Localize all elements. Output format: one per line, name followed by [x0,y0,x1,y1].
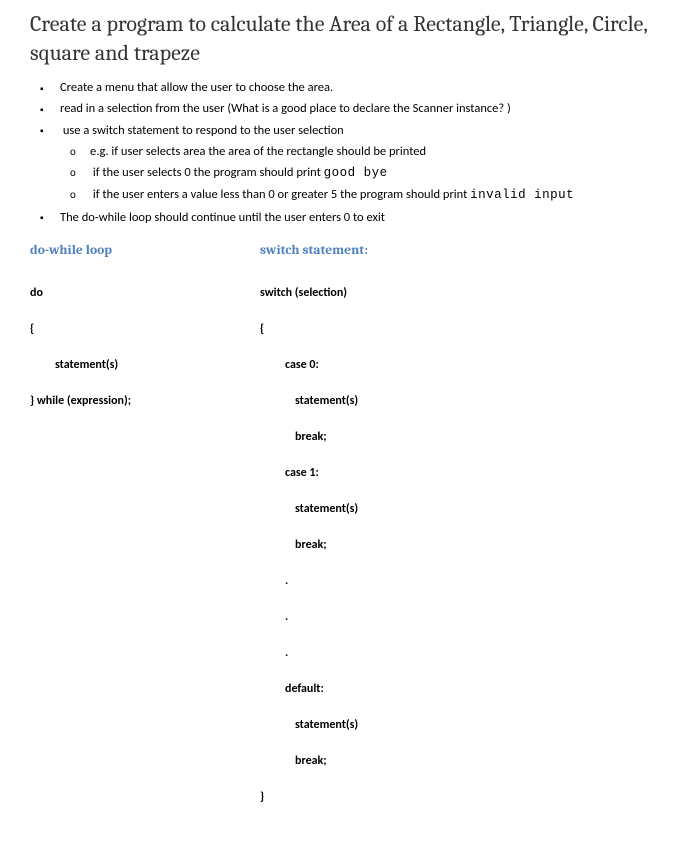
switch-line-close: } [260,788,480,806]
subbullet-zero-text: if the user selects 0 the program should… [93,165,324,180]
subbullet-invalid: if the user enters a value less than 0 o… [90,184,651,206]
bullet-switch: use a switch statement to respond to the… [60,120,651,207]
switch-code: switch (selection) { case 0: statement(s… [260,266,480,842]
switch-line-switch: switch (selection) [260,284,480,302]
code-columns: do-while loop do { statement(s) } while … [30,243,651,842]
switch-heading: switch statement: [260,243,480,258]
code-goodbye: good bye [324,166,388,180]
switch-line-case1: case 1: [260,464,480,482]
dowhile-line-while: } while (expression); [30,392,180,410]
switch-line-case0: case 0: [260,356,480,374]
dowhile-column: do-while loop do { statement(s) } while … [30,243,180,842]
dowhile-heading: do-while loop [30,243,180,258]
bullet-read-selection: read in a selection from the user (What … [60,98,651,119]
instructions-list: Create a menu that allow the user to cho… [30,77,651,228]
page-title: Create a program to calculate the Area o… [30,10,651,67]
switch-column: switch statement: switch (selection) { c… [260,243,480,842]
bullet-dowhile: The do-while loop should continue until … [60,207,651,228]
switch-line-open: { [260,320,480,338]
bullet-switch-text: use a switch statement to respond to the… [63,123,344,138]
switch-line-dot2: . [260,608,480,626]
switch-line-break1: break; [260,536,480,554]
switch-line-stmt1: statement(s) [260,500,480,518]
switch-sublist: e.g. if user selects area the area of th… [60,141,651,207]
switch-line-breakd: break; [260,752,480,770]
dowhile-code: do { statement(s) } while (expression); [30,266,180,446]
switch-line-stmt0: statement(s) [260,392,480,410]
switch-line-dot3: . [260,644,480,662]
dowhile-line-stmt: statement(s) [30,356,180,374]
bullet-menu: Create a menu that allow the user to cho… [60,77,651,98]
subbullet-example: e.g. if user selects area the area of th… [90,141,651,162]
dowhile-line-do: do [30,284,180,302]
subbullet-zero: if the user selects 0 the program should… [90,162,651,184]
switch-line-stmtd: statement(s) [260,716,480,734]
subbullet-invalid-text: if the user enters a value less than 0 o… [93,187,470,202]
switch-line-default: default: [260,680,480,698]
switch-line-break0: break; [260,428,480,446]
switch-line-dot1: . [260,572,480,590]
dowhile-line-open: { [30,320,180,338]
code-invalid: invalid input [470,188,574,202]
